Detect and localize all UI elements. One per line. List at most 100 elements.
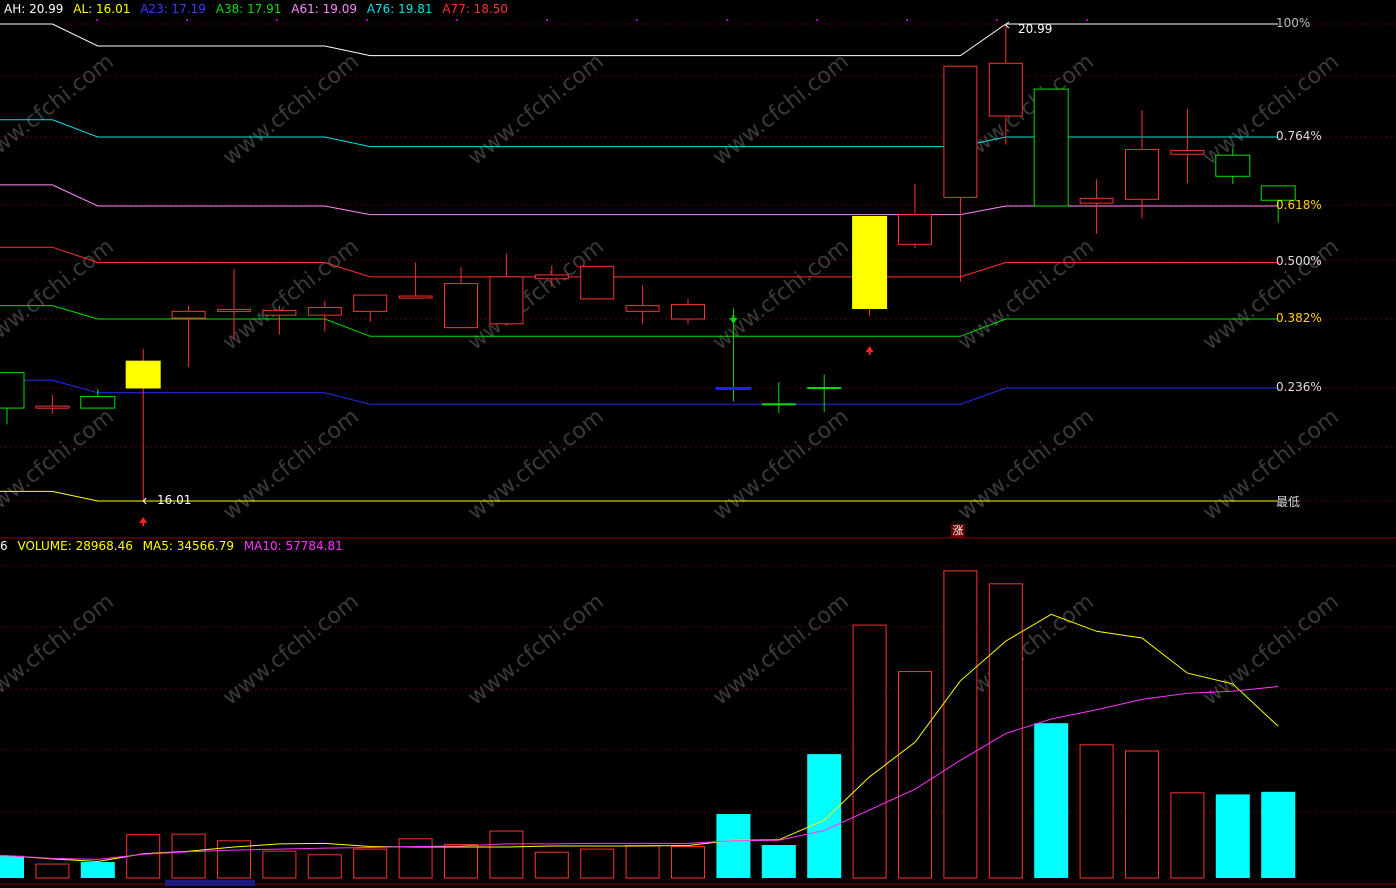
volume-bar-down [80,862,115,878]
ma5-value: MA5: 34566.79 [142,539,234,553]
watermark-text: www.cfchi.com [0,49,119,170]
top-marker-dot [96,19,98,21]
candle [0,372,25,425]
watermark-text: www.cfchi.com [1198,49,1343,170]
watermark-text: www.cfchi.com [1198,234,1343,355]
watermark-text: www.cfchi.com [463,404,608,525]
candle-body-up [1170,149,1205,155]
volume-prefix: 6 [0,539,8,553]
fib-label-100: 100% [1276,16,1311,30]
top-marker-dot [636,19,638,21]
top-marker-dot [186,19,188,21]
volume-bar-down [716,814,751,878]
candle [761,382,796,413]
watermark-text: www.cfchi.com [953,234,1098,355]
candle-body-highlight [125,360,161,389]
candle-body-doji [807,387,842,390]
candle-body-up [35,405,70,409]
volume-series [0,570,1296,886]
candle-body-down [1215,154,1251,177]
candle-body-up [671,304,705,320]
a61-value: A61: 19.09 [291,2,357,16]
volume-bar-down [1034,723,1069,878]
candle [1033,88,1069,207]
candle-body-doji [715,386,752,390]
buy-arrow-breakout [865,346,874,352]
volume-bar-up [534,851,569,879]
candle [35,394,70,414]
top-marker-dot [906,19,908,21]
top-marker-dot [276,19,278,21]
candle-body-up [534,274,569,280]
candle [444,267,478,329]
fib-label-764: 0.764% [1276,129,1322,143]
level-al [0,490,1279,502]
buy-arrow-low [139,517,148,523]
candle-body-up [1125,148,1159,200]
watermark-text: www.cfchi.com [708,234,853,355]
level-a76 [0,119,1279,148]
top-marker-dot [726,19,728,21]
candle-body-up [398,295,433,299]
ah-value: AH: 20.99 [4,2,64,16]
volume-bar-up [943,570,978,879]
candle-body-down [0,372,25,409]
ma10-value: MA10: 57784.81 [243,539,343,553]
volume-bar-up [444,843,478,879]
a76-value: A76: 19.81 [366,2,433,16]
volume-bar-up [171,833,206,879]
volume-bar-up [852,624,887,879]
candle-body-up [1079,197,1114,204]
watermark-text: www.cfchi.com [953,404,1098,525]
watermark-text: www.cfchi.com [0,404,119,525]
volume-bar-down [1215,794,1250,878]
volume-bar-up [898,671,932,879]
candle [307,300,342,332]
candle [171,305,206,367]
candle-body-down [80,396,116,409]
a77-value: A77: 18.50 [442,2,509,16]
watermark-text: www.cfchi.com [463,49,608,170]
high-price-label: 20.99 [1018,22,1053,36]
level-a23 [0,379,1279,405]
top-marker-dot [366,19,368,21]
fib-label-236: 0.236% [1276,380,1322,394]
watermark-text: www.cfchi.com [0,234,119,355]
candle-body-up [307,307,342,316]
candle-body-up [580,265,615,300]
candle-body-up [171,310,206,319]
fib-label-500: 0.500% [1276,254,1322,268]
grid [0,19,1396,885]
candle [671,298,705,324]
top-marker-dot [996,19,998,21]
volume-bar-up [398,838,433,879]
volume-bar-up [1125,750,1159,879]
candle-body-highlight [852,216,888,309]
fib-label-618: 0.618% [1276,198,1322,212]
watermark-text: www.cfchi.com [708,589,853,710]
volume-bar-up [262,850,297,879]
candle-body-up [625,305,660,312]
candle-body-up [489,276,524,325]
watermark-text: www.cfchi.com [218,589,363,710]
rise-badge: 涨 [951,524,965,538]
candle [353,294,388,322]
a38-value: A38: 17.91 [215,2,282,16]
watermark-text: www.cfchi.com [1198,589,1343,710]
volume-bar-down [807,754,842,878]
candle-body-up [217,308,251,312]
al-value: AL: 16.01 [73,2,131,16]
candle-body-up [262,309,297,316]
volume-bar-up [35,863,70,879]
candle [398,262,433,299]
volume-bar-up [671,846,705,879]
candle [125,348,161,501]
watermark-text: www.cfchi.com [708,404,853,525]
volume-bar-up [580,848,615,879]
candle [898,183,932,249]
top-marker-dot [1086,19,1088,21]
watermark-text: www.cfchi.com [1198,404,1343,525]
volume-value: VOLUME: 28968.46 [17,539,133,553]
fib-label-low: 最低 [1276,495,1301,509]
volume-bar-up [1170,792,1205,879]
